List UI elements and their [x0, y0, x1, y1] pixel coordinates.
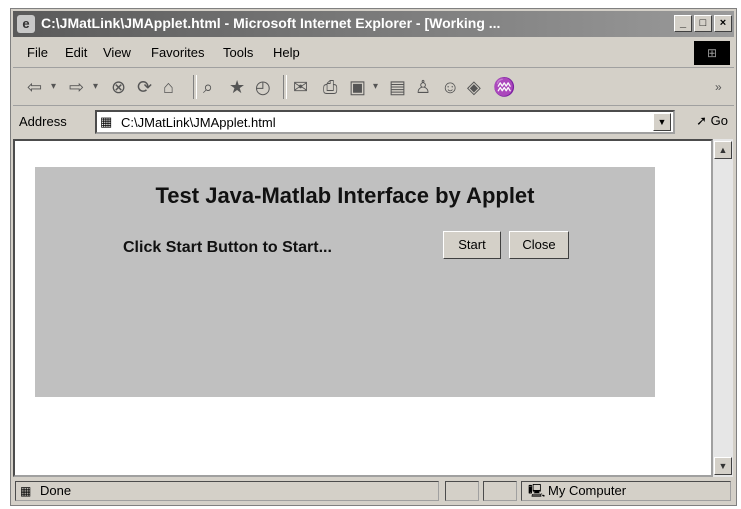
favorites-icon[interactable]: ★ [229, 76, 245, 98]
menu-edit[interactable]: Edit [65, 45, 87, 60]
back-icon[interactable]: ⇦ [27, 76, 42, 98]
stop-icon[interactable]: ⊗ [111, 76, 126, 98]
address-input[interactable]: ▦ C:\JMatLink\JMApplet.html ▼ [95, 110, 675, 134]
home-icon[interactable]: ⌂ [163, 76, 174, 98]
discuss-icon[interactable]: ▤ [389, 76, 406, 98]
address-label: Address [19, 114, 67, 129]
zone-panel: 🖳 My Computer [521, 481, 731, 501]
page-icon: ▦ [100, 114, 113, 129]
scroll-down-icon[interactable]: ▼ [714, 457, 732, 475]
menu-view[interactable]: View [103, 45, 131, 60]
address-value[interactable]: C:\JMatLink\JMApplet.html [121, 115, 276, 130]
close-button[interactable]: × [714, 15, 732, 32]
go-label: Go [710, 113, 728, 128]
scroll-up-icon[interactable]: ▲ [714, 141, 732, 159]
edit-icon[interactable]: ▣ [349, 76, 366, 98]
mail-icon[interactable]: ✉ [293, 76, 308, 98]
zone-text: My Computer [548, 483, 627, 498]
ie-window: e C:\JMatLink\JMApplet.html - Microsoft … [10, 8, 737, 506]
menu-bar: File Edit View Favorites Tools Help ⊞ [13, 39, 734, 68]
applet-prompt: Click Start Button to Start... [123, 239, 332, 256]
page-viewport[interactable]: Test Java-Matlab Interface by Applet Cli… [13, 139, 713, 477]
back-dropdown-icon[interactable]: ▾ [51, 76, 56, 98]
toolbar-separator [193, 75, 197, 99]
computer-icon: 🖳 [528, 483, 546, 498]
forward-icon[interactable]: ⇨ [69, 76, 84, 98]
edit-dropdown-icon[interactable]: ▾ [373, 76, 378, 98]
search-icon[interactable]: ⌕ [203, 76, 213, 98]
refresh-icon[interactable]: ⟳ [137, 76, 152, 98]
status-text: Done [40, 483, 72, 498]
java-applet: Test Java-Matlab Interface by Applet Cli… [35, 167, 655, 397]
vertical-scrollbar[interactable]: ▲ ▼ [713, 139, 733, 477]
research-icon[interactable]: ♙ [415, 76, 431, 98]
forward-dropdown-icon[interactable]: ▾ [93, 76, 98, 98]
windows-logo-icon: ⊞ [694, 41, 730, 65]
standard-toolbar: ⇦ ▾ ⇨ ▾ ⊗ ⟳ ⌂ ⌕ ★ ◴ ✉ ⎙ ▣ ▾ ▤ ♙ ☺ ◈ ♒ » [13, 69, 734, 106]
maximize-button[interactable]: □ [694, 15, 712, 32]
bluetooth-icon[interactable]: ♒ [493, 76, 515, 98]
menu-favorites[interactable]: Favorites [151, 45, 204, 60]
ie-icon[interactable]: e [17, 15, 35, 33]
go-icon: ➚ [696, 113, 708, 128]
title-bar[interactable]: e C:\JMatLink\JMApplet.html - Microsoft … [13, 11, 734, 37]
history-icon[interactable]: ◴ [255, 76, 271, 98]
print-icon[interactable]: ⎙ [323, 76, 337, 98]
status-text-panel: ▦ Done [15, 481, 439, 501]
chevron-down-icon[interactable]: ▼ [653, 113, 671, 131]
menu-help[interactable]: Help [273, 45, 300, 60]
window-title: C:\JMatLink\JMApplet.html - Microsoft In… [41, 15, 501, 31]
status-bar: ▦ Done 🖳 My Computer [13, 479, 734, 503]
media-icon[interactable]: ◈ [467, 76, 481, 98]
applet-title: Test Java-Matlab Interface by Applet [155, 183, 535, 208]
status-panel [445, 481, 479, 501]
start-button[interactable]: Start [443, 231, 501, 259]
messenger-icon[interactable]: ☺ [441, 76, 459, 98]
toolbar-separator [283, 75, 287, 99]
menu-tools[interactable]: Tools [223, 45, 253, 60]
minimize-button[interactable]: _ [674, 15, 692, 32]
address-bar: Address ▦ C:\JMatLink\JMApplet.html ▼ ➚ … [13, 107, 734, 137]
close-applet-button[interactable]: Close [509, 231, 569, 259]
go-button[interactable]: ➚ Go [696, 113, 728, 129]
status-panel [483, 481, 517, 501]
menu-file[interactable]: File [27, 45, 48, 60]
page-icon: ▦ [20, 484, 32, 498]
chevron-icon[interactable]: » [715, 76, 722, 98]
